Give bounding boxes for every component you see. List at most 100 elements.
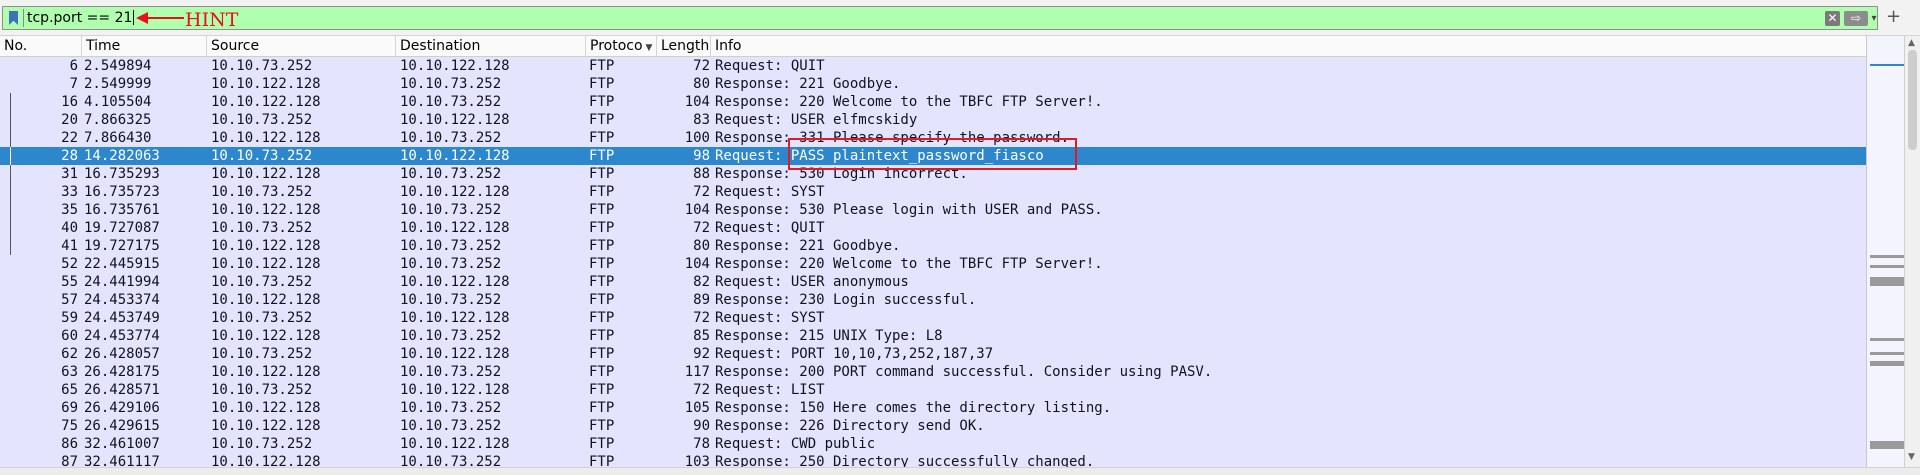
cell-info: Response: 215 UNIX Type: L8 (715, 328, 943, 344)
column-header-destination[interactable]: Destination (396, 36, 586, 56)
cell-no: 65 (61, 382, 78, 398)
cell-protocol: FTP (589, 238, 615, 254)
cell-destination: 10.10.122.128 (400, 346, 510, 362)
cell-time: 26.429615 (84, 418, 160, 434)
cell-destination: 10.10.122.128 (400, 148, 510, 164)
scrollbar-thumb[interactable] (1908, 50, 1917, 150)
minimap-marker (1870, 255, 1905, 258)
cell-protocol: FTP (589, 328, 615, 344)
packet-row[interactable]: 22 7.866430 10.10.122.128 10.10.73.252 FTP 10… (0, 129, 1866, 147)
cell-protocol: FTP (589, 58, 615, 74)
packet-row[interactable]: 31 16.735293 10.10.122.128 10.10.73.252 FTP 8… (0, 165, 1866, 183)
column-header-time[interactable]: Time (82, 36, 207, 56)
packet-row[interactable]: 33 16.735723 10.10.73.252 10.10.122.128 FTP 7… (0, 183, 1866, 201)
cell-source: 10.10.122.128 (211, 292, 321, 308)
clear-filter-icon[interactable]: ✕ (1825, 11, 1840, 26)
column-header-protocol[interactable]: Protoco ▼ (586, 36, 657, 56)
scroll-up-icon[interactable]: ▲ (1908, 38, 1915, 48)
packet-row[interactable]: 87 32.461117 10.10.122.128 10.10.73.252 FTP 1… (0, 453, 1866, 467)
cell-info: Response: 200 PORT command successful. C… (715, 364, 1213, 380)
minimap-marker (1870, 338, 1905, 341)
cell-time: 24.441994 (84, 274, 160, 290)
packet-row[interactable]: 16 4.105504 10.10.122.128 10.10.73.252 FTP 10… (0, 93, 1866, 111)
packet-row[interactable]: 63 26.428175 10.10.122.128 10.10.73.252 FTP 1… (0, 363, 1866, 381)
cell-no: 52 (61, 256, 78, 272)
cell-source: 10.10.73.252 (211, 436, 313, 452)
packet-list[interactable]: 6 2.549894 10.10.73.252 10.10.122.128 FTP 72 R… (0, 57, 1866, 467)
packet-minimap[interactable] (1866, 36, 1905, 467)
column-header-info[interactable]: Info (711, 36, 1866, 56)
packet-row[interactable]: 7 2.549999 10.10.122.128 10.10.73.252 FTP 80 R… (0, 75, 1866, 93)
cell-protocol: FTP (589, 418, 615, 434)
cell-no: 57 (61, 292, 78, 308)
cell-destination: 10.10.122.128 (400, 310, 510, 326)
cell-destination: 10.10.73.252 (400, 94, 502, 110)
packet-row-selected[interactable]: 28 14.282063 10.10.73.252 10.10.122.128 FTP 9… (0, 147, 1866, 165)
cell-info: Request: SYST (715, 184, 825, 200)
cell-no: 40 (61, 220, 78, 236)
column-header-source[interactable]: Source (207, 36, 396, 56)
column-header-no[interactable]: No. (0, 36, 82, 56)
sort-desc-icon: ▼ (645, 43, 653, 53)
cell-info: Request: SYST (715, 310, 825, 326)
cell-source: 10.10.122.128 (211, 454, 321, 467)
packet-row[interactable]: 69 26.429106 10.10.122.128 10.10.73.252 FTP 1… (0, 399, 1866, 417)
vertical-scrollbar[interactable]: ▲ ▼ (1904, 36, 1920, 467)
column-header-length[interactable]: Length (657, 36, 711, 56)
cell-no: 20 (61, 112, 78, 128)
cell-no: 28 (61, 148, 78, 164)
minimap-marker (1870, 361, 1905, 366)
cell-protocol: FTP (589, 274, 615, 290)
packet-row[interactable]: 6 2.549894 10.10.73.252 10.10.122.128 FTP 72 R… (0, 57, 1866, 75)
cell-time: 19.727175 (84, 238, 160, 254)
cell-length: 82 (693, 274, 710, 290)
cell-no: 69 (61, 400, 78, 416)
cell-no: 22 (61, 130, 78, 146)
apply-filter-icon[interactable]: ⇨ (1844, 11, 1868, 26)
cell-source: 10.10.122.128 (211, 400, 321, 416)
horizontal-scrollbar[interactable] (0, 467, 1920, 475)
cell-no: 35 (61, 202, 78, 218)
cell-length: 72 (693, 220, 710, 236)
packet-row[interactable]: 35 16.735761 10.10.122.128 10.10.73.252 FTP 1… (0, 201, 1866, 219)
column-header-no-label: No. (4, 38, 28, 54)
cell-destination: 10.10.73.252 (400, 364, 502, 380)
packet-row[interactable]: 57 24.453374 10.10.122.128 10.10.73.252 FTP 8… (0, 291, 1866, 309)
bookmark-icon[interactable] (9, 11, 18, 25)
packet-row[interactable]: 20 7.866325 10.10.73.252 10.10.122.128 FTP 83… (0, 111, 1866, 129)
minimap-marker (1870, 277, 1905, 286)
packet-row[interactable]: 55 24.441994 10.10.73.252 10.10.122.128 FTP 8… (0, 273, 1866, 291)
packet-row[interactable]: 86 32.461007 10.10.73.252 10.10.122.128 FTP 7… (0, 435, 1866, 453)
filter-history-dropdown-icon[interactable]: ▾ (1869, 11, 1879, 26)
packet-row[interactable]: 65 26.428571 10.10.73.252 10.10.122.128 FTP 7… (0, 381, 1866, 399)
cell-no: 33 (61, 184, 78, 200)
cell-time: 4.105504 (84, 94, 152, 110)
cell-destination: 10.10.122.128 (400, 274, 510, 290)
packet-row[interactable]: 41 19.727175 10.10.122.128 10.10.73.252 FTP 8… (0, 237, 1866, 255)
cell-source: 10.10.122.128 (211, 418, 321, 434)
add-filter-button-icon[interactable]: + (1886, 6, 1901, 28)
cell-protocol: FTP (589, 112, 615, 128)
packet-row[interactable]: 52 22.445915 10.10.122.128 10.10.73.252 FTP 1… (0, 255, 1866, 273)
cell-destination: 10.10.122.128 (400, 220, 510, 236)
cell-info: Response: 220 Welcome to the TBFC FTP Se… (715, 94, 1103, 110)
cell-source: 10.10.122.128 (211, 364, 321, 380)
packet-row[interactable]: 62 26.428057 10.10.73.252 10.10.122.128 FTP 9… (0, 345, 1866, 363)
display-filter-input[interactable]: tcp.port == 21 ✕ ⇨ ▾ (2, 6, 1878, 30)
cell-time: 24.453749 (84, 310, 160, 326)
packet-row[interactable]: 60 24.453774 10.10.122.128 10.10.73.252 FTP 8… (0, 327, 1866, 345)
cell-time: 19.727087 (84, 220, 160, 236)
scroll-down-icon[interactable]: ▼ (1908, 452, 1915, 462)
column-header-protocol-label: Protoco (590, 38, 643, 54)
cell-protocol: FTP (589, 130, 615, 146)
cell-destination: 10.10.73.252 (400, 418, 502, 434)
cell-source: 10.10.73.252 (211, 112, 313, 128)
packet-row[interactable]: 59 24.453749 10.10.73.252 10.10.122.128 FTP 7… (0, 309, 1866, 327)
cell-destination: 10.10.73.252 (400, 454, 502, 467)
hint-arrow-icon (136, 12, 184, 24)
packet-row[interactable]: 75 26.429615 10.10.122.128 10.10.73.252 FTP 9… (0, 417, 1866, 435)
cell-protocol: FTP (589, 382, 615, 398)
cell-source: 10.10.122.128 (211, 166, 321, 182)
packet-row[interactable]: 40 19.727087 10.10.73.252 10.10.122.128 FTP 7… (0, 219, 1866, 237)
cell-destination: 10.10.122.128 (400, 58, 510, 74)
